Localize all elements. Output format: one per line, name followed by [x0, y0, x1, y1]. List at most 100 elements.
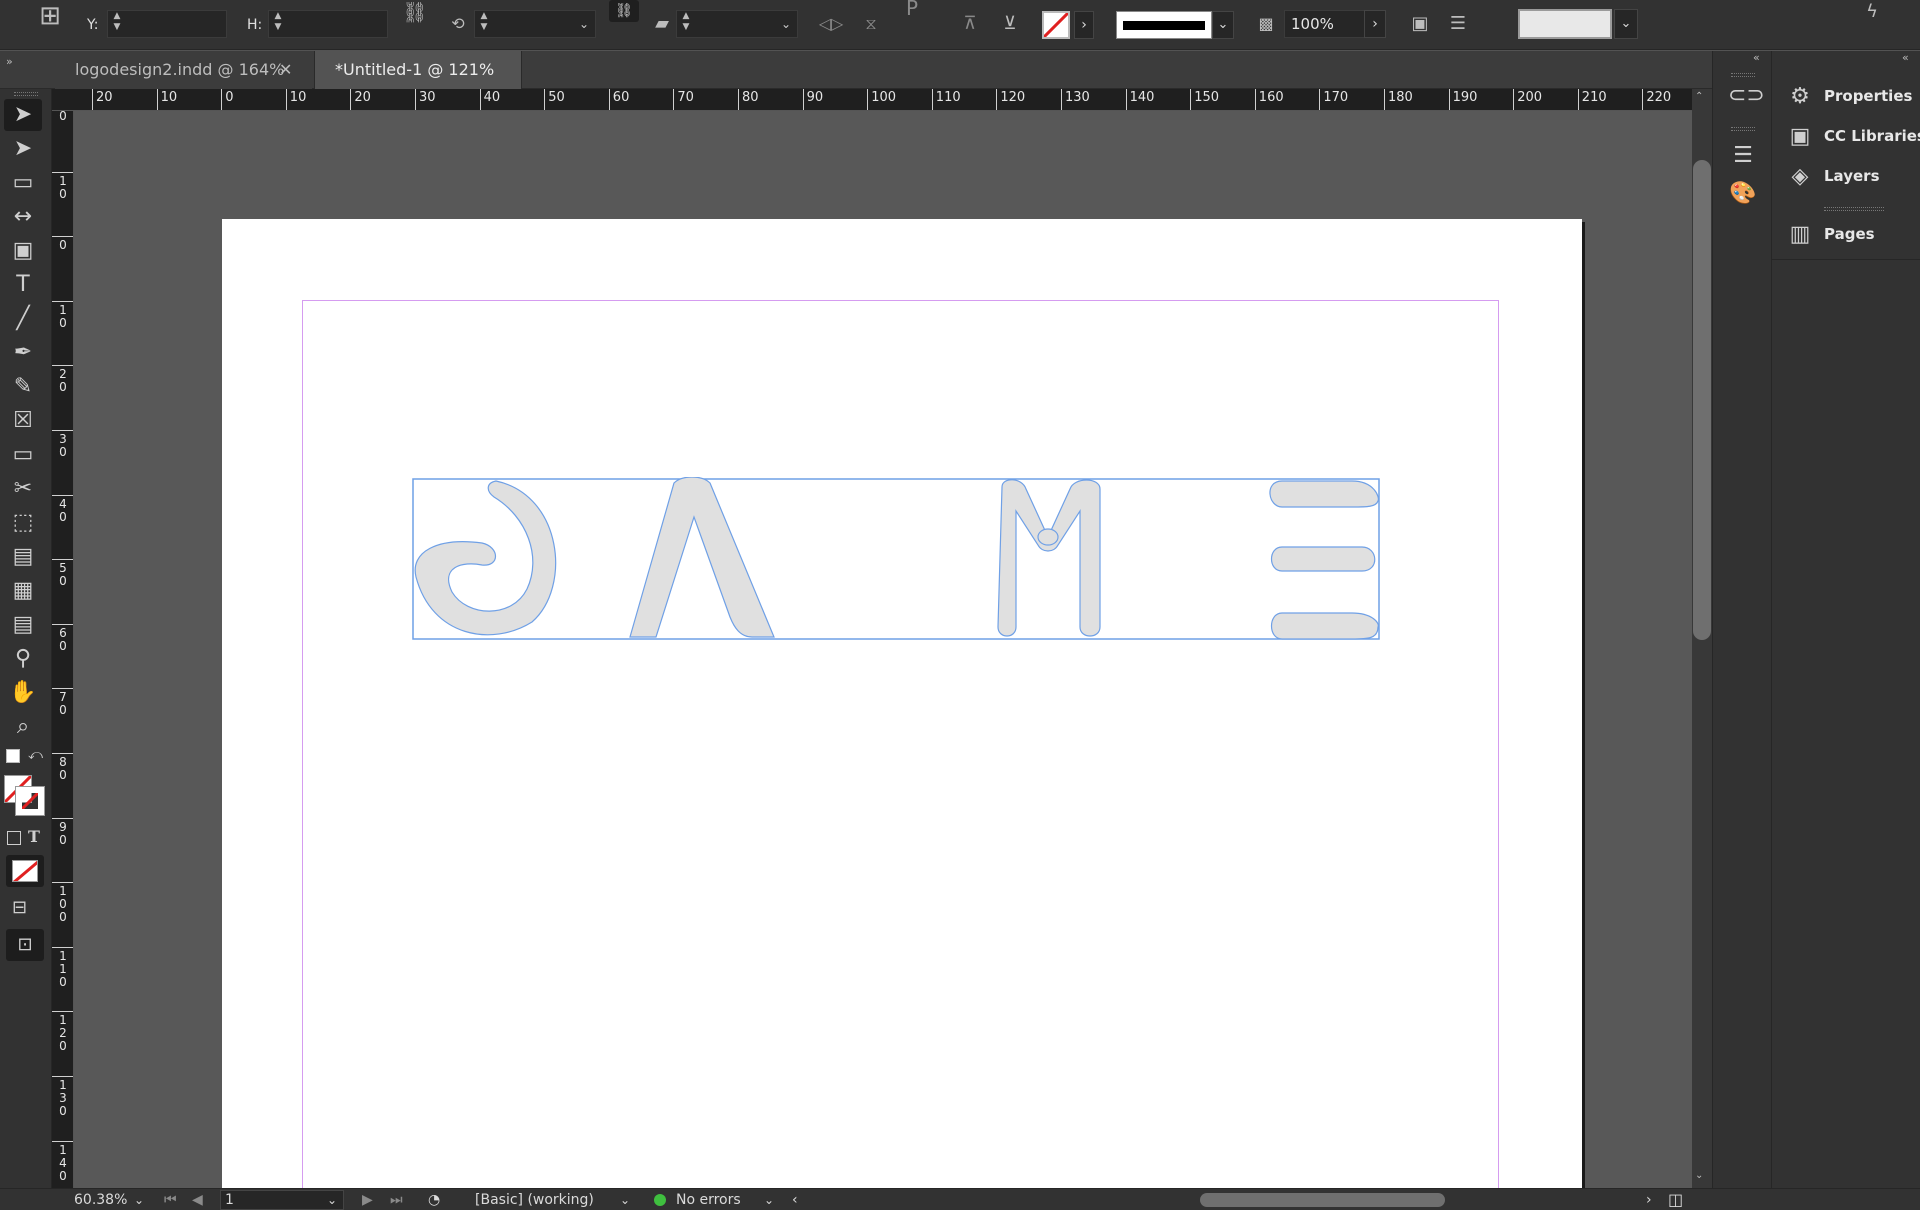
panel-layers[interactable]: ◈ Layers [1772, 157, 1920, 197]
page-number-field[interactable]: 1 ⌄ [220, 1190, 344, 1210]
chevron-down-icon[interactable]: ⌄ [327, 1190, 337, 1210]
panel-grip[interactable] [14, 92, 38, 96]
chevron-down-icon[interactable]: ⌄ [1614, 9, 1638, 39]
fill-menu-button[interactable]: › [1074, 11, 1094, 39]
open-document-icon[interactable]: ◔ [428, 1190, 440, 1210]
link-icon[interactable]: ⛓ [609, 0, 639, 22]
y-stepper[interactable]: ▲ ▼ [110, 11, 124, 37]
vertical-ruler[interactable]: 0100102030405060708090100110120130140 [52, 111, 74, 1188]
panel-grip[interactable] [1824, 207, 1884, 211]
previous-page-icon[interactable]: ◀ [192, 1190, 203, 1210]
last-page-icon[interactable]: ⏭ [390, 1190, 403, 1210]
page-tool[interactable]: ▭ [4, 167, 42, 199]
glyph-e-bottom[interactable] [1270, 612, 1379, 640]
game-logo-artwork[interactable] [412, 477, 1382, 642]
select-content-icon[interactable]: ⊻ [995, 12, 1025, 36]
scroll-left-icon[interactable]: ‹ [792, 1190, 798, 1210]
horizontal-ruler[interactable]: 20 10 0 10 20 30 40 50 60 70 80 90 100 110 120 130 140 15… [52, 89, 1692, 111]
glyph-a[interactable] [629, 477, 775, 638]
shear-field[interactable]: ▲ ▼ ⌄ [676, 10, 798, 38]
scroll-up-icon[interactable]: ⌃ [1695, 91, 1703, 102]
flip-vertical-icon[interactable]: ⧖ [857, 12, 885, 36]
collapse-panels-icon[interactable]: « [1753, 51, 1760, 64]
h-stepper[interactable]: ▲ ▼ [271, 11, 285, 37]
selection-bounding-box[interactable] [412, 478, 1380, 640]
chevron-down-icon[interactable]: ⌄ [134, 1190, 144, 1210]
split-window-icon[interactable]: ◫ [1668, 1190, 1683, 1210]
panel-properties[interactable]: ⚙ Properties [1772, 77, 1920, 117]
gradient-feather-tool[interactable]: ▦ [4, 575, 42, 607]
free-transform-tool[interactable]: ⬚ [4, 507, 42, 539]
screen-mode-icon[interactable]: ⊟ [12, 897, 27, 918]
chevron-down-icon[interactable]: ⌄ [620, 1190, 630, 1210]
first-page-icon[interactable]: ⏮ [164, 1190, 177, 1210]
type-tool[interactable]: T [4, 269, 42, 301]
swap-fill-stroke-icon[interactable]: ⤺ [28, 747, 43, 763]
glyph-e-top[interactable] [1269, 480, 1379, 508]
tab-logodesign2[interactable]: logodesign2.indd @ 164% ✕ [55, 51, 312, 89]
opacity-menu-button[interactable]: › [1364, 10, 1386, 38]
content-collector-tool[interactable]: ▣ [4, 235, 42, 267]
stroke-panel-icon[interactable]: ☰ [1728, 143, 1758, 173]
close-icon[interactable]: ✕ [279, 51, 292, 89]
chevron-down-icon[interactable]: ⌄ [781, 17, 791, 31]
collapse-tools-icon[interactable]: » [0, 51, 52, 89]
select-container-icon[interactable]: ⊼ [955, 12, 985, 36]
gap-tool[interactable]: ↔ [4, 201, 42, 233]
text-wrap-icon[interactable]: ▣ [1405, 12, 1435, 36]
flip-horizontal-icon[interactable]: ◁▷ [817, 12, 845, 36]
rectangle-frame-tool[interactable]: ☒ [4, 405, 42, 437]
hand-tool[interactable]: ✋ [4, 677, 42, 709]
chevron-down-icon[interactable]: ⌄ [1212, 11, 1234, 39]
scroll-right-icon[interactable]: › [1646, 1190, 1652, 1210]
h-field[interactable]: ▲ ▼ [268, 10, 388, 38]
stroke-style-swatch[interactable] [1518, 9, 1612, 39]
panel-pages[interactable]: ▥ Pages [1772, 215, 1920, 255]
glyph-m-node[interactable] [1037, 528, 1059, 546]
glyph-g[interactable] [414, 480, 557, 636]
preflight-profile[interactable]: [Basic] (working) [475, 1190, 594, 1210]
horizontal-scroll-thumb[interactable] [1200, 1193, 1445, 1207]
pen-tool[interactable]: ✒ [4, 337, 42, 369]
collapse-dock-icon[interactable]: « [1902, 51, 1909, 64]
rotate-icon[interactable]: ⟲ [446, 12, 470, 36]
glyph-e-middle[interactable] [1270, 546, 1376, 572]
default-fill-stroke-icon[interactable] [6, 749, 20, 763]
lightning-icon[interactable]: ϟ [1860, 0, 1884, 24]
align-icon[interactable]: ☰ [1443, 12, 1473, 36]
preview-mode-icon[interactable]: ⊡ [6, 929, 44, 961]
eyedropper-tool[interactable]: ⚲ [4, 643, 42, 675]
constrain-link-icon[interactable]: ⛓ [402, 0, 428, 24]
rotation-stepper[interactable]: ▲ ▼ [477, 11, 491, 37]
color-palette-icon[interactable]: 🎨 [1728, 181, 1758, 211]
fill-swatch[interactable] [1042, 11, 1070, 39]
formatting-container-icon[interactable] [7, 831, 21, 845]
scroll-down-icon[interactable]: ⌄ [1695, 1170, 1703, 1181]
panel-grip[interactable] [1731, 73, 1755, 77]
document-page[interactable] [222, 219, 1582, 1188]
tab-untitled-1[interactable]: *Untitled-1 @ 121% [314, 51, 522, 89]
gradient-swatch-tool[interactable]: ▤ [4, 541, 42, 573]
pencil-tool[interactable]: ✎ [4, 371, 42, 403]
reference-point-icon[interactable]: ⊞ [30, 3, 70, 44]
scissors-tool[interactable]: ✂ [4, 473, 42, 505]
stroke-type-dropdown[interactable] [1116, 11, 1212, 39]
panel-grip[interactable] [1731, 127, 1755, 131]
opacity-field[interactable]: 100% [1284, 10, 1368, 38]
y-field[interactable]: ▲ ▼ [107, 10, 227, 38]
rectangle-tool[interactable]: ▭ [4, 439, 42, 471]
chevron-down-icon[interactable]: ⌄ [579, 17, 589, 31]
links-icon[interactable]: ⊂⊃ [1728, 83, 1765, 113]
shear-icon[interactable]: ▰ [650, 12, 674, 36]
next-page-icon[interactable]: ▶ [362, 1190, 373, 1210]
rotation-field[interactable]: ▲ ▼ ⌄ [474, 10, 596, 38]
selection-tool[interactable]: ➤ [4, 99, 42, 131]
note-tool[interactable]: ▤ [4, 609, 42, 641]
panel-cc-libraries[interactable]: ▣ CC Libraries [1772, 117, 1920, 157]
apply-none-button[interactable] [6, 855, 44, 887]
vertical-scroll-thumb[interactable] [1693, 160, 1711, 640]
zoom-tool[interactable]: ⌕ [4, 711, 42, 743]
formatting-text-icon[interactable]: T [28, 827, 40, 846]
glyph-m[interactable] [997, 479, 1101, 637]
shear-stepper[interactable]: ▲ ▼ [679, 11, 693, 37]
